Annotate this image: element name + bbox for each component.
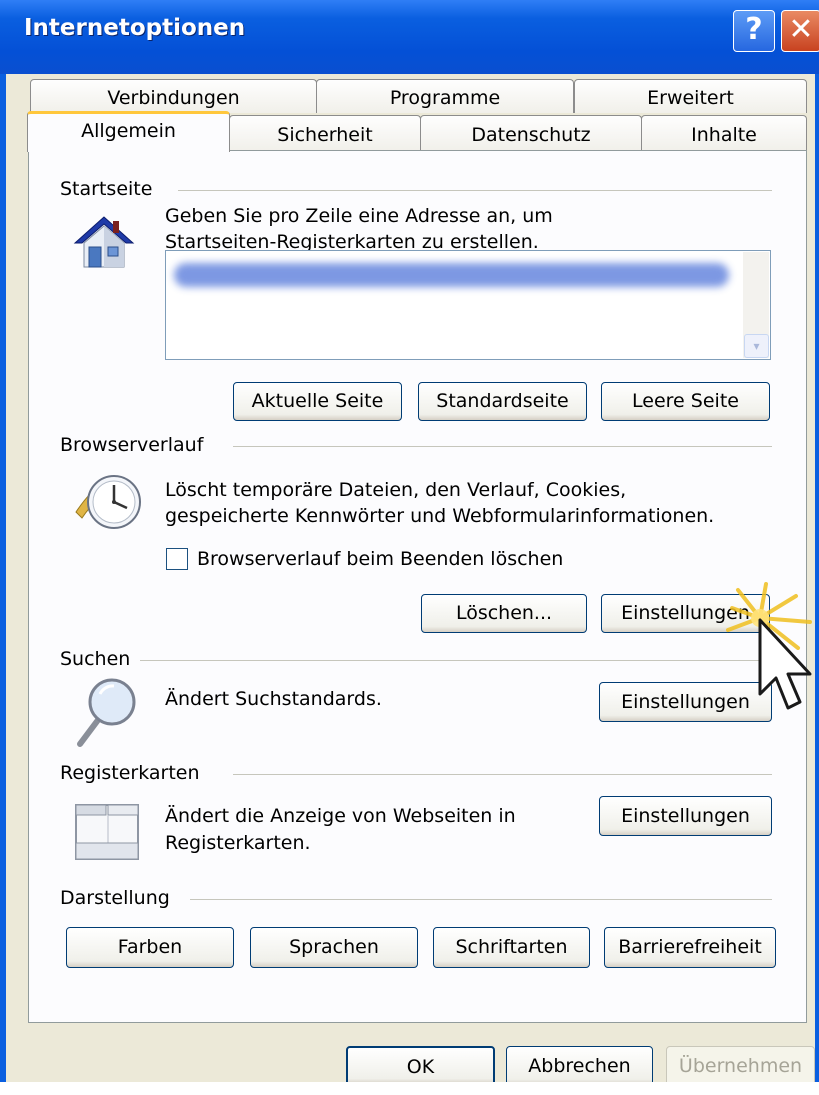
close-button[interactable]: ✕ — [781, 10, 819, 52]
registerkarten-group-label: Registerkarten — [60, 762, 200, 784]
help-button[interactable]: ? — [733, 10, 775, 52]
startseite-divider — [178, 190, 772, 191]
tab-verbindungen[interactable]: Verbindungen — [30, 79, 317, 113]
blank-page-button[interactable]: Leere Seite — [601, 382, 770, 421]
tab-allgemein[interactable]: Allgemein — [27, 111, 230, 152]
browserverlauf-group-label: Browserverlauf — [60, 434, 204, 456]
accessibility-button[interactable]: Barrierefreiheit — [604, 927, 776, 968]
history-clock-icon — [75, 475, 141, 529]
blurred-address — [174, 263, 729, 287]
browserverlauf-description-line2: gespeicherte Kennwörter und Webformulari… — [165, 505, 715, 527]
languages-button[interactable]: Sprachen — [250, 927, 418, 968]
darstellung-divider — [190, 899, 772, 900]
default-page-button[interactable]: Standardseite — [418, 382, 587, 421]
home-icon — [73, 216, 135, 268]
scroll-down-arrow-icon[interactable]: ▾ — [744, 334, 769, 358]
screen-background — [0, 1082, 819, 1095]
mouse-cursor-icon — [726, 582, 812, 710]
browserverlauf-description-line1: Löscht temporäre Dateien, den Verlauf, C… — [165, 479, 627, 501]
cancel-button[interactable]: Abbrechen — [506, 1046, 653, 1086]
registerkarten-description-line2: Registerkarten. — [165, 832, 311, 854]
registerkarten-divider — [233, 774, 772, 775]
title-bar[interactable]: Internetoptionen ? ✕ — [0, 0, 819, 74]
homepage-address-textarea[interactable]: ▾ — [165, 250, 771, 360]
ok-button[interactable]: OK — [346, 1046, 495, 1086]
startseite-group-label: Startseite — [60, 178, 153, 200]
fonts-button[interactable]: Schriftarten — [433, 927, 590, 968]
current-page-button[interactable]: Aktuelle Seite — [233, 382, 402, 421]
delete-history-button[interactable]: Löschen... — [421, 594, 587, 633]
apply-button[interactable]: Übernehmen — [666, 1046, 815, 1086]
suchen-divider — [140, 660, 772, 661]
browserverlauf-divider — [233, 446, 772, 447]
tab-programme[interactable]: Programme — [316, 79, 574, 113]
registerkarten-description-line1: Ändert die Anzeige von Webseiten in — [165, 805, 516, 827]
window-title: Internetoptionen — [24, 15, 246, 41]
darstellung-group-label: Darstellung — [60, 887, 170, 909]
internet-options-dialog: Internetoptionen ? ✕ Verbindungen Progra… — [0, 0, 819, 1086]
tab-datenschutz[interactable]: Datenschutz — [420, 115, 642, 151]
tabs-settings-button[interactable]: Einstellungen — [599, 796, 772, 836]
tabs-window-icon — [75, 804, 139, 860]
suchen-description: Ändert Suchstandards. — [165, 688, 382, 710]
delete-history-on-exit-label[interactable]: Browserverlauf beim Beenden löschen — [197, 546, 563, 572]
tab-sicherheit[interactable]: Sicherheit — [229, 115, 421, 151]
delete-history-on-exit-checkbox[interactable] — [166, 548, 188, 570]
tab-erweitert[interactable]: Erweitert — [574, 79, 807, 113]
startseite-description-line1: Geben Sie pro Zeile eine Adresse an, um — [165, 205, 553, 227]
colors-button[interactable]: Farben — [66, 927, 234, 968]
suchen-group-label: Suchen — [60, 648, 131, 670]
magnifier-icon — [77, 678, 136, 747]
tab-inhalte[interactable]: Inhalte — [641, 115, 807, 151]
